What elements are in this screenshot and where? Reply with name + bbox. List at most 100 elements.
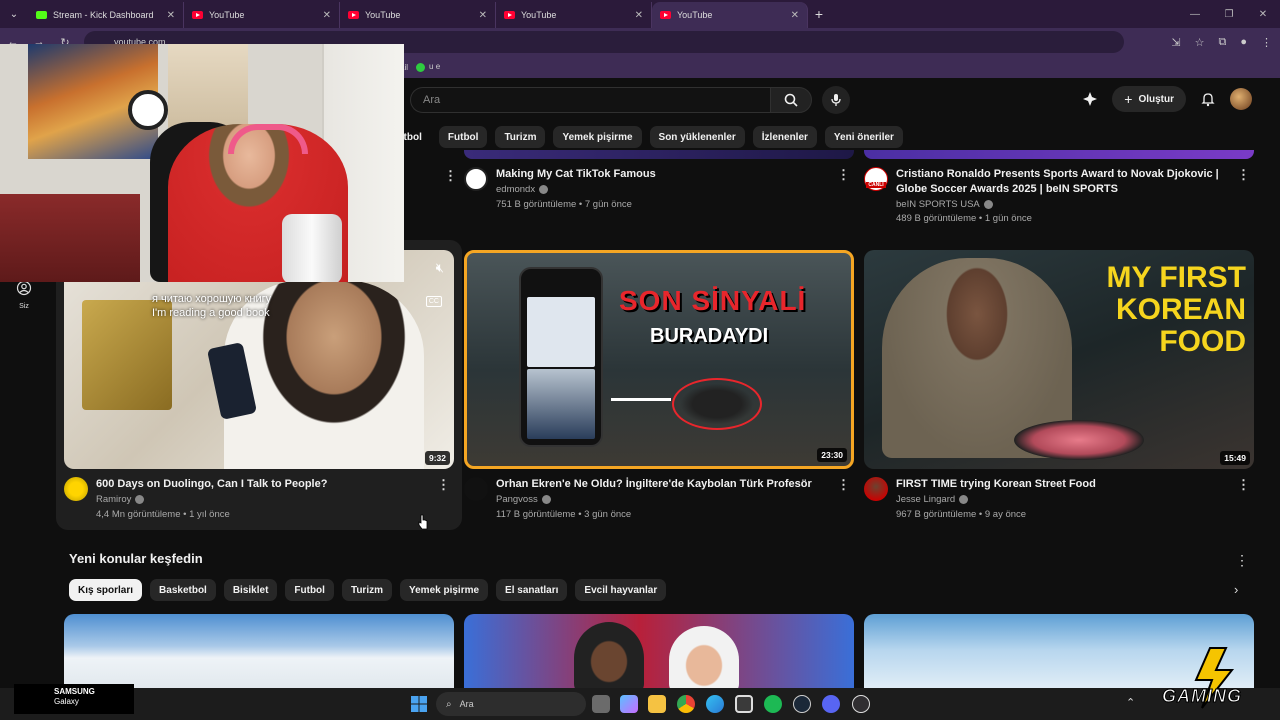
taskbar-search[interactable]: ⌕ Ara bbox=[436, 692, 586, 716]
close-tab-icon[interactable]: ✕ bbox=[323, 10, 331, 21]
notifications-bell-icon[interactable] bbox=[1200, 91, 1216, 107]
more-actions-icon[interactable]: ⋮ bbox=[837, 477, 850, 493]
verified-icon bbox=[539, 185, 549, 194]
chip[interactable]: Turizm bbox=[495, 126, 546, 148]
install-icon[interactable]: ⇲ bbox=[1171, 36, 1180, 49]
chrome-icon[interactable] bbox=[677, 695, 695, 713]
channel-avatar[interactable] bbox=[464, 477, 488, 501]
duration-badge: 23:30 bbox=[817, 448, 847, 462]
search-icon bbox=[784, 93, 798, 107]
chevron-right-icon[interactable]: › bbox=[1234, 582, 1238, 597]
chip[interactable]: Yeni öneriler bbox=[824, 126, 903, 148]
chip[interactable]: Turizm bbox=[341, 579, 392, 601]
obs-icon[interactable] bbox=[852, 695, 870, 713]
video-title[interactable]: Cristiano Ronaldo Presents Sports Award … bbox=[896, 167, 1236, 197]
close-window-icon[interactable]: ✕ bbox=[1246, 0, 1280, 28]
menu-icon[interactable]: ⋮ bbox=[1261, 36, 1272, 49]
steam-icon[interactable] bbox=[793, 695, 811, 713]
channel-name[interactable]: Jesse Lingard bbox=[896, 494, 955, 505]
chip[interactable]: Evcil hayvanlar bbox=[575, 579, 667, 601]
video-thumbnail[interactable] bbox=[864, 150, 1254, 159]
chip[interactable]: Son yüklenenler bbox=[649, 126, 745, 148]
browser-tab[interactable]: Stream - Kick Dashboard ✕ bbox=[28, 2, 184, 28]
more-actions-icon[interactable]: ⋮ bbox=[1237, 477, 1250, 493]
person-image bbox=[669, 626, 739, 694]
channel-name[interactable]: beIN SPORTS USA bbox=[896, 199, 980, 210]
bookmark-item[interactable]: u e bbox=[416, 62, 440, 72]
channel-name[interactable]: edmondx bbox=[496, 184, 535, 195]
video-thumbnail[interactable] bbox=[864, 614, 1254, 694]
chip[interactable]: Yemek pişirme bbox=[553, 126, 642, 148]
more-actions-icon[interactable]: ⋮ bbox=[837, 167, 850, 183]
video-title[interactable]: 600 Days on Duolingo, Can I Talk to Peop… bbox=[96, 477, 436, 492]
channel-name[interactable]: Pangvoss bbox=[496, 494, 538, 505]
file-explorer-icon[interactable] bbox=[648, 695, 666, 713]
video-card: FIRST TIME trying Korean Street Food Jes… bbox=[864, 477, 1254, 525]
video-thumbnail[interactable] bbox=[64, 614, 454, 694]
chip[interactable]: Yemek pişirme bbox=[400, 579, 489, 601]
mute-icon[interactable]: 🔇︎ bbox=[436, 260, 444, 276]
video-title[interactable]: FIRST TIME trying Korean Street Food bbox=[896, 477, 1236, 492]
youtube-icon bbox=[192, 11, 203, 19]
chip[interactable]: Basketbol bbox=[150, 579, 216, 601]
create-button[interactable]: + Oluştur bbox=[1112, 86, 1186, 112]
video-thumbnail[interactable] bbox=[464, 150, 854, 159]
video-title[interactable]: Orhan Ekren'e Ne Oldu? İngiltere'de Kayb… bbox=[496, 477, 836, 492]
edge-icon[interactable] bbox=[706, 695, 724, 713]
chevron-up-icon[interactable]: ⌃ bbox=[1126, 696, 1135, 709]
more-actions-icon[interactable]: ⋮ bbox=[1237, 167, 1250, 183]
search-icon: ⌕ bbox=[446, 698, 452, 710]
video-title[interactable]: Making My Cat TikTok Famous bbox=[496, 167, 836, 182]
account-avatar[interactable] bbox=[1230, 88, 1252, 110]
tab-search-icon[interactable]: ⌄ bbox=[0, 0, 28, 28]
maximize-icon[interactable]: ❐ bbox=[1212, 0, 1246, 28]
copilot-icon[interactable] bbox=[620, 695, 638, 713]
channel-avatar[interactable] bbox=[864, 477, 888, 501]
discord-icon[interactable] bbox=[822, 695, 840, 713]
search-button[interactable] bbox=[770, 87, 812, 113]
video-thumbnail[interactable]: MY FIRST KOREAN FOOD 15:49 bbox=[864, 250, 1254, 469]
minimize-icon[interactable]: — bbox=[1178, 0, 1212, 28]
tumbler-image bbox=[282, 214, 342, 282]
close-tab-icon[interactable]: ✕ bbox=[791, 10, 799, 21]
chip[interactable]: Bisiklet bbox=[223, 579, 278, 601]
channel-avatar[interactable] bbox=[464, 167, 488, 191]
profile-icon[interactable]: ● bbox=[1240, 36, 1247, 48]
channel-name[interactable]: Ramiroy bbox=[96, 494, 131, 505]
channel-avatar[interactable]: CANLI bbox=[864, 167, 888, 191]
captions-icon[interactable]: CC bbox=[425, 296, 442, 307]
browser-tab[interactable]: YouTube ✕ bbox=[340, 2, 496, 28]
voice-search-button[interactable] bbox=[822, 86, 850, 114]
more-actions-icon[interactable]: ⋮ bbox=[444, 168, 457, 184]
task-view-icon[interactable] bbox=[592, 695, 610, 713]
chip[interactable]: Futbol bbox=[438, 126, 488, 148]
video-thumbnail[interactable]: SON SİNYALİ BURADAYDI 23:30 bbox=[464, 250, 854, 469]
search-input[interactable]: Ara bbox=[410, 87, 770, 113]
sidebar-item-you[interactable]: Siz bbox=[6, 280, 42, 310]
more-actions-icon[interactable]: ⋮ bbox=[437, 477, 450, 493]
close-tab-icon[interactable]: ✕ bbox=[635, 10, 643, 21]
spotify-icon[interactable] bbox=[764, 695, 782, 713]
browser-tab[interactable]: YouTube ✕ bbox=[184, 2, 340, 28]
bookmark-star-icon[interactable]: ☆ bbox=[1195, 36, 1205, 49]
gemini-sparkle-icon[interactable] bbox=[1082, 91, 1098, 107]
store-icon[interactable] bbox=[735, 695, 753, 713]
more-actions-icon[interactable]: ⋮ bbox=[1235, 552, 1249, 569]
chip[interactable]: Futbol bbox=[285, 579, 334, 601]
device-brand: SAMSUNG bbox=[54, 687, 95, 696]
close-tab-icon[interactable]: ✕ bbox=[479, 10, 487, 21]
channel-avatar[interactable] bbox=[64, 477, 88, 501]
browser-tab[interactable]: YouTube ✕ bbox=[496, 2, 652, 28]
close-tab-icon[interactable]: ✕ bbox=[167, 10, 175, 21]
video-thumbnail[interactable] bbox=[464, 614, 854, 694]
live-badge: CANLI bbox=[866, 182, 886, 188]
browser-tab-active[interactable]: YouTube ✕ bbox=[652, 2, 808, 28]
video-thumbnail[interactable]: 🔇︎ CC я читаю хорошую книгу I'm reading … bbox=[64, 250, 454, 469]
windows-start-icon[interactable] bbox=[411, 696, 427, 712]
chip[interactable]: İzlenenler bbox=[752, 126, 817, 148]
new-tab-icon[interactable]: + bbox=[808, 6, 830, 22]
chip[interactable]: Kış sporları bbox=[69, 579, 143, 601]
thumbnail-headline: SON SİNYALİ bbox=[619, 285, 807, 316]
extensions-icon[interactable]: ⧉ bbox=[1218, 36, 1226, 49]
chip[interactable]: El sanatları bbox=[496, 579, 568, 601]
